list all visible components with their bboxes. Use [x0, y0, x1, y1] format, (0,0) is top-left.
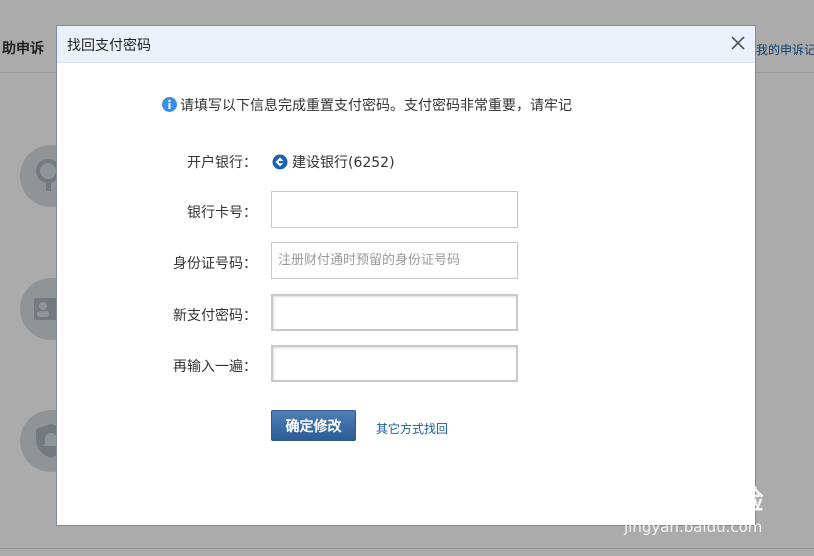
- bank-name: 建设银行(6252): [292, 155, 395, 171]
- dialog-header: 找回支付密码: [57, 26, 755, 63]
- watermark-brand: Baidu经验: [622, 486, 765, 516]
- new-password-input[interactable]: [271, 294, 518, 331]
- confirm-modify-button[interactable]: 确定修改: [271, 410, 356, 441]
- notice-text: 请填写以下信息完成重置支付密码。支付密码非常重要，请牢记: [180, 98, 572, 114]
- notice: 请填写以下信息完成重置支付密码。支付密码非常重要，请牢记: [162, 95, 572, 114]
- ccb-bank-logo-icon: [272, 154, 288, 170]
- id-number-input[interactable]: [271, 242, 518, 279]
- id-number-label: 身份证号码：: [173, 256, 257, 272]
- close-button[interactable]: [729, 34, 747, 52]
- reset-pay-password-dialog: 找回支付密码 请填写以下信息完成重置支付密码。支付密码非常重要，请牢记 开户银行…: [56, 25, 756, 526]
- info-icon: [162, 97, 177, 112]
- card-number-label: 银行卡号：: [187, 205, 257, 221]
- dialog-title: 找回支付密码: [67, 38, 151, 54]
- bank-label: 开户银行：: [187, 155, 257, 171]
- other-recovery-method-link[interactable]: 其它方式找回: [376, 420, 448, 437]
- watermark-url: jingyan.baidu.com: [624, 518, 763, 536]
- confirm-password-input[interactable]: [271, 345, 518, 382]
- close-icon: [731, 36, 745, 50]
- new-password-label: 新支付密码：: [173, 308, 257, 324]
- baidu-jingyan-watermark: Baidu经验 jingyan.baidu.com: [622, 480, 772, 542]
- bank-value: 建设银行(6252): [272, 152, 395, 172]
- confirm-password-label: 再输入一遍：: [173, 359, 257, 375]
- card-number-input[interactable]: [271, 191, 518, 228]
